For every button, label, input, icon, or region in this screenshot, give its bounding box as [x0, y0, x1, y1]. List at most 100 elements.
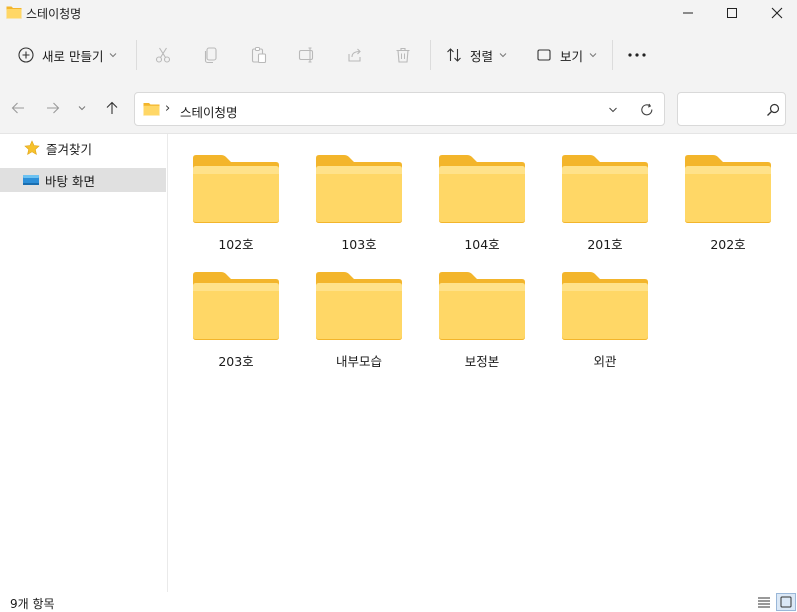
trash-icon [396, 47, 410, 63]
view-button[interactable]: 보기 [530, 41, 603, 69]
breadcrumb-separator: › [165, 101, 171, 116]
navigation-pane: 즐겨찾기 바탕 화면 [0, 134, 168, 592]
folder-icon [562, 155, 648, 223]
copy-button[interactable] [199, 43, 223, 67]
folder-item[interactable]: 104호 [427, 154, 537, 264]
folder-icon [193, 272, 279, 340]
search-box[interactable] [677, 92, 786, 126]
folder-name: 202호 [710, 237, 746, 252]
folder-item[interactable]: 102호 [181, 154, 291, 264]
navigation-bar: › 스테이청명 [0, 84, 797, 134]
minimize-button[interactable] [665, 0, 711, 26]
folder-icon [562, 272, 648, 340]
sidebar-item-label: 바탕 화면 [45, 173, 95, 189]
folder-name: 203호 [218, 354, 254, 369]
folder-name: 보정본 [464, 354, 500, 369]
folder-name: 102호 [218, 237, 254, 252]
copy-icon [204, 47, 217, 64]
chevron-down-icon [110, 53, 117, 58]
address-dropdown-button[interactable] [605, 102, 621, 118]
star-icon [24, 140, 40, 156]
share-button[interactable] [343, 43, 367, 67]
folder-name: 내부모습 [335, 354, 382, 369]
toolbar-divider [612, 40, 613, 70]
folder-item[interactable]: 내부모습 [304, 271, 414, 381]
search-input[interactable] [686, 101, 760, 119]
sort-button[interactable]: 정렬 [440, 41, 513, 69]
close-icon [771, 7, 783, 19]
cut-icon [155, 47, 171, 63]
folder-icon [316, 272, 402, 340]
close-button[interactable] [754, 0, 797, 26]
more-icon [628, 53, 646, 57]
sidebar-item-label: 즐겨찾기 [46, 141, 93, 157]
details-view-button[interactable] [754, 593, 774, 611]
folder-icon [439, 272, 525, 340]
folder-name: 외관 [593, 354, 617, 369]
refresh-icon [641, 103, 653, 116]
rename-button[interactable] [295, 43, 319, 67]
new-button[interactable]: 새로 만들기 [12, 41, 123, 69]
paste-button[interactable] [247, 43, 271, 67]
folder-item[interactable]: 202호 [673, 154, 783, 264]
title-bar: 스테이청명 [0, 0, 797, 26]
folder-name: 201호 [587, 237, 623, 252]
back-button[interactable] [6, 96, 30, 120]
toolbar-divider [136, 40, 137, 70]
refresh-button[interactable] [638, 101, 656, 119]
arrow-right-icon [47, 102, 60, 114]
new-button-label: 새로 만들기 [42, 48, 104, 64]
address-bar[interactable]: › 스테이청명 [134, 92, 665, 126]
folder-name: 104호 [464, 237, 500, 252]
folder-icon [143, 103, 160, 116]
breadcrumb-current[interactable]: 스테이청명 [180, 102, 238, 121]
sidebar-item-desktop[interactable]: 바탕 화면 [0, 168, 166, 192]
folder-item[interactable]: 보정본 [427, 271, 537, 381]
item-count: 9개 항목 [10, 597, 55, 611]
sidebar-item-favorites[interactable]: 즐겨찾기 [0, 136, 166, 160]
chevron-down-icon [589, 53, 597, 58]
folder-icon [193, 155, 279, 223]
more-options-button[interactable] [622, 41, 652, 69]
cut-button[interactable] [151, 43, 175, 67]
arrow-up-icon [106, 101, 118, 114]
recent-locations-button[interactable] [72, 96, 92, 120]
delete-button[interactable] [391, 43, 415, 67]
up-button[interactable] [100, 96, 124, 120]
plus-circle-icon [18, 47, 34, 63]
sort-label: 정렬 [470, 48, 494, 64]
chevron-down-icon [609, 107, 617, 113]
maximize-icon [727, 8, 737, 18]
search-icon [767, 103, 780, 116]
rename-icon [298, 47, 314, 63]
minimize-icon [683, 12, 693, 14]
sort-icon [447, 48, 461, 62]
folder-name: 103호 [341, 237, 377, 252]
folder-item[interactable]: 203호 [181, 271, 291, 381]
chevron-down-icon [499, 53, 507, 58]
folder-item[interactable]: 외관 [550, 271, 660, 381]
window-title: 스테이청명 [26, 7, 82, 21]
file-list: 102호 103호 104호 201호 202호 203호 내부모습 보정본 외… [169, 134, 797, 592]
view-icon [537, 49, 551, 61]
chevron-down-icon [78, 106, 86, 111]
folder-icon [685, 155, 771, 223]
desktop-icon [23, 175, 39, 185]
folder-icon [316, 155, 402, 223]
folder-item[interactable]: 201호 [550, 154, 660, 264]
large-icons-view-button[interactable] [776, 593, 796, 611]
folder-item[interactable]: 103호 [304, 154, 414, 264]
view-label: 보기 [560, 48, 584, 64]
tiles-view-icon [780, 596, 792, 608]
folder-icon [439, 155, 525, 223]
folder-icon [6, 6, 22, 19]
paste-icon [251, 47, 267, 64]
maximize-button[interactable] [709, 0, 755, 26]
list-view-icon [758, 597, 770, 608]
command-bar: 새로 만들기 정렬 보기 [0, 26, 797, 84]
status-bar: 9개 항목 [0, 592, 797, 612]
share-icon [348, 48, 361, 62]
forward-button[interactable] [41, 96, 65, 120]
arrow-left-icon [11, 102, 24, 114]
toolbar-divider [430, 40, 431, 70]
